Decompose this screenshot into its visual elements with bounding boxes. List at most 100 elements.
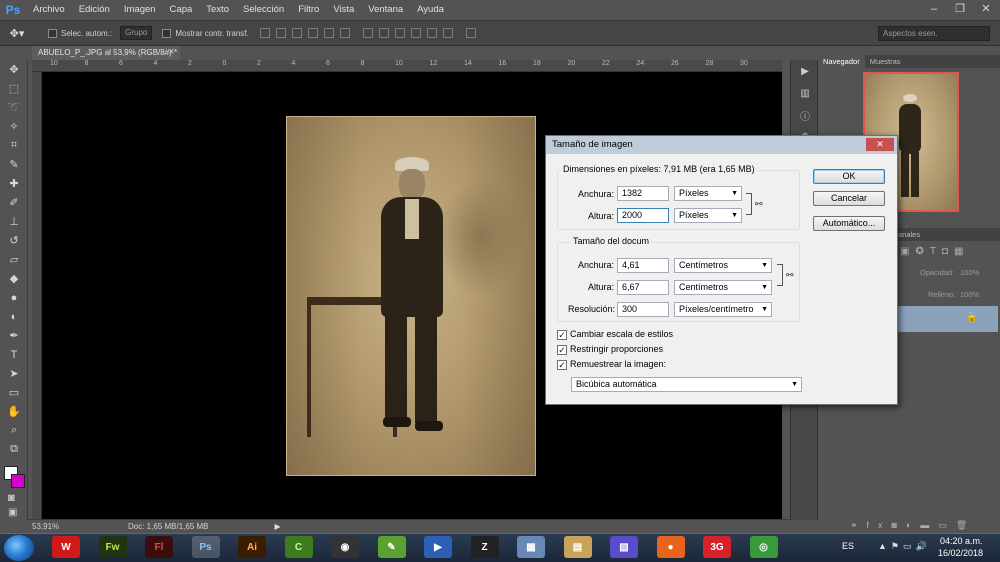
eraser-tool-icon[interactable]: ▱: [0, 250, 28, 269]
distribute-right-icon[interactable]: [442, 28, 453, 38]
taskbar-app-illustrator[interactable]: Ai: [238, 536, 266, 558]
lasso-tool-icon[interactable]: ➰: [0, 98, 28, 117]
distribute-vcenter-icon[interactable]: [378, 28, 389, 38]
move-tool-icon[interactable]: ✥▾: [0, 27, 34, 40]
dodge-tool-icon[interactable]: ◐: [0, 307, 28, 326]
taskbar-app-calculator[interactable]: ▦: [517, 536, 545, 558]
histogram-icon[interactable]: ▥: [791, 82, 819, 104]
scale-styles-checkbox[interactable]: ✓: [557, 330, 567, 340]
quick-mask-icon[interactable]: ◙: [8, 492, 15, 504]
layer-filter-icons[interactable]: ▣✪T◘▦: [900, 246, 969, 257]
taskbar-app-photoshop[interactable]: Ps: [191, 536, 220, 558]
close-tab-icon[interactable]: ✕: [168, 47, 175, 56]
hand-tool-icon[interactable]: ✋: [0, 402, 28, 421]
taskbar-app-explorer[interactable]: ▤: [563, 536, 592, 558]
menu-imagen[interactable]: Imagen: [117, 0, 163, 20]
menu-edicion[interactable]: Edición: [72, 0, 117, 20]
resolution-unit-select[interactable]: Píxeles/centímetro ▼: [674, 302, 772, 317]
healing-tool-icon[interactable]: ✚: [0, 174, 28, 193]
menu-ayuda[interactable]: Ayuda: [410, 0, 451, 20]
workspace-dropdown[interactable]: Aspectos esen.: [878, 26, 990, 41]
menu-texto[interactable]: Texto: [199, 0, 236, 20]
doc-height-input[interactable]: 6,67: [617, 280, 669, 295]
stamp-tool-icon[interactable]: ⊥: [0, 212, 28, 231]
restore-icon[interactable]: ❐: [950, 2, 970, 17]
tab-channels[interactable]: anales: [898, 228, 920, 241]
start-button[interactable]: [4, 535, 34, 561]
taskbar-app-winzip[interactable]: W: [52, 536, 80, 558]
crop-tool-icon[interactable]: ⌗: [0, 136, 28, 155]
quick-select-tool-icon[interactable]: ✧: [0, 117, 28, 136]
clock-time[interactable]: 04:20 a.m.: [940, 536, 983, 546]
path-select-tool-icon[interactable]: ➤: [0, 364, 28, 383]
move-tool-icon[interactable]: ✥: [0, 60, 28, 79]
menu-vista[interactable]: Vista: [326, 0, 361, 20]
taskbar-app-zbrush[interactable]: Z: [470, 536, 499, 558]
auto-select-checkbox[interactable]: [48, 28, 57, 38]
taskbar-app-corel[interactable]: C: [284, 536, 313, 558]
auto-button[interactable]: Automático...: [813, 216, 885, 231]
constrain-proportions-checkbox[interactable]: ✓: [557, 345, 567, 355]
taskbar-app-paint[interactable]: ✎: [377, 536, 406, 558]
taskbar-app-fireworks[interactable]: Fw: [98, 536, 127, 558]
auto-select-dropdown[interactable]: Grupo: [120, 26, 153, 40]
info-icon[interactable]: ⓘ: [791, 104, 819, 126]
taskbar-app-media[interactable]: ◉: [331, 536, 359, 558]
layers-panel-bottom-icons[interactable]: ⚭fx◙◐▬▭🗑: [850, 520, 976, 531]
align-hcenter-icon[interactable]: [323, 28, 334, 38]
type-tool-icon[interactable]: T: [0, 345, 28, 364]
distribute-top-icon[interactable]: [362, 28, 373, 38]
play-action-icon[interactable]: ▶: [791, 60, 819, 82]
taskbar-app-color[interactable]: ▧: [610, 536, 638, 558]
align-left-icon[interactable]: [307, 28, 318, 38]
distribute-bottom-icon[interactable]: [394, 28, 405, 38]
screen-mode-icon[interactable]: ▣: [8, 507, 17, 518]
history-brush-tool-icon[interactable]: ↺: [0, 231, 28, 250]
doc-width-unit-select[interactable]: Centímetros ▼: [674, 258, 772, 273]
taskbar-app-chrome[interactable]: ◎: [749, 536, 778, 558]
zoom-level[interactable]: 53,91%: [28, 522, 68, 531]
selected-layer-row[interactable]: 🔒: [898, 306, 998, 332]
align-top-icon[interactable]: [259, 28, 270, 38]
clock-date[interactable]: 16/02/2018: [938, 548, 983, 558]
auto-align-icon[interactable]: [465, 28, 476, 38]
height-unit-select[interactable]: Píxeles ▼: [674, 208, 742, 223]
status-menu-arrow-icon[interactable]: ▶: [274, 522, 280, 531]
close-icon[interactable]: ✕: [976, 2, 996, 17]
resolution-input[interactable]: 300: [617, 302, 669, 317]
width-unit-select[interactable]: Píxeles ▼: [674, 186, 742, 201]
resample-checkbox[interactable]: ✓: [557, 360, 567, 370]
show-transform-checkbox[interactable]: [162, 28, 172, 38]
zoom-tool-icon[interactable]: ⌕: [0, 421, 28, 440]
minimize-icon[interactable]: –: [924, 2, 944, 17]
dialog-close-icon[interactable]: ✕: [866, 138, 894, 151]
eyedropper-tool-icon[interactable]: ✎: [0, 155, 28, 174]
menu-seleccion[interactable]: Selección: [236, 0, 291, 20]
distribute-hcenter-icon[interactable]: [426, 28, 437, 38]
shape-tool-icon[interactable]: ▭: [0, 383, 28, 402]
opacity-value[interactable]: 100%: [960, 268, 979, 277]
align-vcenter-icon[interactable]: [275, 28, 286, 38]
doc-width-input[interactable]: 4,61: [617, 258, 669, 273]
distribute-left-icon[interactable]: [410, 28, 421, 38]
menu-capa[interactable]: Capa: [163, 0, 200, 20]
doc-height-unit-select[interactable]: Centímetros ▼: [674, 280, 772, 295]
taskbar-app-firefox[interactable]: ●: [656, 536, 685, 558]
taskbar-app-media-player[interactable]: ▶: [424, 536, 452, 558]
taskbar-app-modem[interactable]: 3G: [703, 536, 731, 558]
align-bottom-icon[interactable]: [291, 28, 302, 38]
blur-tool-icon[interactable]: ●: [0, 288, 28, 307]
menu-ventana[interactable]: Ventana: [361, 0, 410, 20]
menu-archivo[interactable]: Archivo: [26, 0, 72, 20]
width-input[interactable]: 1382: [617, 186, 669, 201]
tab-swatches[interactable]: Muestras: [865, 55, 906, 68]
background-color-swatch[interactable]: [11, 474, 25, 488]
default-colors-icon[interactable]: ⧉: [0, 440, 28, 459]
fill-value[interactable]: 100%: [960, 290, 979, 299]
marquee-tool-icon[interactable]: ⬚: [0, 79, 28, 98]
tab-navigator[interactable]: Navegador: [818, 55, 865, 68]
menu-filtro[interactable]: Filtro: [291, 0, 326, 20]
ok-button[interactable]: OK: [813, 169, 885, 184]
resample-method-select[interactable]: Bicúbica automática ▼: [571, 377, 802, 392]
align-right-icon[interactable]: [339, 28, 350, 38]
